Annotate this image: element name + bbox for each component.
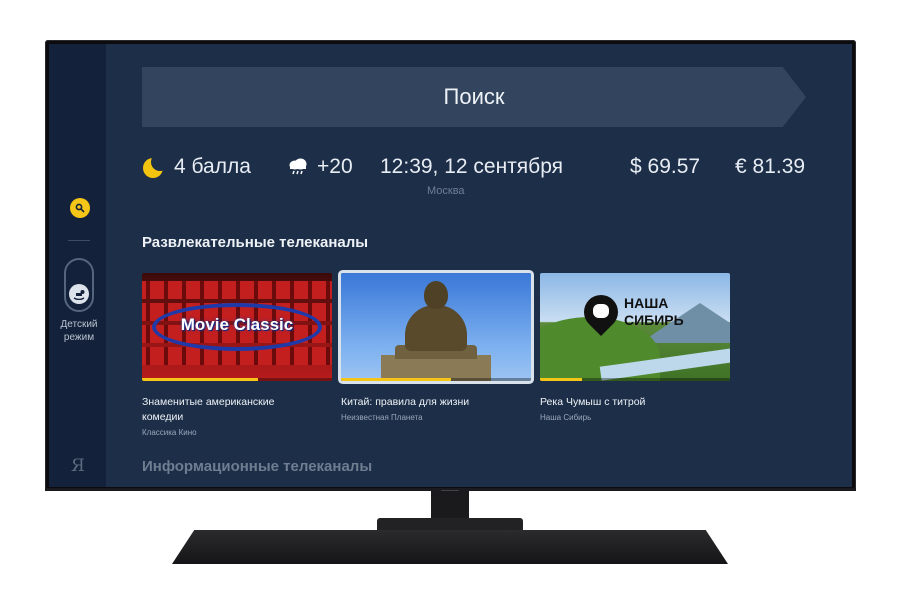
program-title: Река Чумыш с титрой (540, 395, 730, 410)
program-title: Китай: правила для жизни (341, 395, 531, 410)
program-title: Знаменитые американские комедии (142, 395, 332, 425)
theatre-seats-row (142, 281, 332, 299)
channel-card[interactable]: НАША СИБИРЬ Река Чумыш с титрой Наша Сиб… (540, 273, 730, 422)
channel-logo-line2: СИБИРЬ (624, 312, 684, 328)
datetime: 12:39, 12 сентября (380, 155, 564, 178)
channel-logo-text: НАША СИБИРЬ (624, 295, 684, 329)
sidebar-divider (68, 240, 90, 241)
tv-screen: Детский режим Я Поиск 4 балла +20 12:39,… (49, 44, 852, 487)
rain-cloud-icon (289, 158, 307, 175)
temperature: +20 (317, 155, 353, 178)
tv-stand-base (172, 530, 728, 564)
progress-bar (540, 378, 582, 381)
program-title-line2: комедии (142, 411, 184, 423)
channel-thumbnail: Movie Classic (142, 273, 332, 381)
bear-face (593, 304, 609, 318)
search-icon[interactable] (70, 198, 90, 218)
program-title-line1: Китай: правила для жизни (341, 396, 470, 408)
section-title-info: Информационные телеканалы (142, 458, 373, 475)
kids-mode-label: Детский режим (49, 318, 109, 344)
channel-thumbnail (341, 273, 531, 381)
moon-icon (143, 153, 169, 178)
kids-mode-label-line2: режим (63, 332, 95, 343)
sidebar: Детский режим Я (49, 44, 106, 487)
channel-logo-text: Movie Classic (180, 315, 294, 334)
statue-body (405, 305, 467, 351)
kids-mode-toggle[interactable] (64, 258, 94, 312)
channel-name: Неизвестная Планета (341, 413, 423, 422)
usd-rate: $ 69.57 (630, 155, 701, 178)
eur-rate: € 81.39 (735, 155, 806, 178)
channel-logo-line1: НАША (624, 295, 669, 311)
section-title-entertainment: Развлекательные телеканалы (142, 234, 369, 251)
tv-stand-neck (431, 491, 469, 521)
program-title-line1: Знаменитые американские (142, 396, 275, 408)
statue-head (424, 281, 448, 309)
channel-thumbnail: НАША СИБИРЬ (540, 273, 730, 381)
kids-mode-label-line1: Детский (60, 319, 98, 330)
channel-card[interactable]: Китай: правила для жизни Неизвестная Пла… (341, 273, 531, 422)
channel-name: Классика Кино (142, 428, 197, 437)
rocking-horse-icon (69, 284, 89, 304)
progress-bar (341, 378, 452, 381)
search-label: Поиск (443, 84, 505, 109)
traffic-score: 4 балла (174, 155, 251, 178)
channel-card[interactable]: Movie Classic Знаменитые американские ко… (142, 273, 332, 437)
progress-bar (142, 378, 258, 381)
city-label: Москва (427, 185, 465, 197)
tv-stand-neck-base (377, 518, 523, 532)
program-title-line1: Река Чумыш с титрой (540, 396, 646, 408)
yandex-logo: Я (71, 456, 85, 476)
search-button[interactable]: Поиск (142, 67, 806, 127)
channel-name: Наша Сибирь (540, 413, 592, 422)
